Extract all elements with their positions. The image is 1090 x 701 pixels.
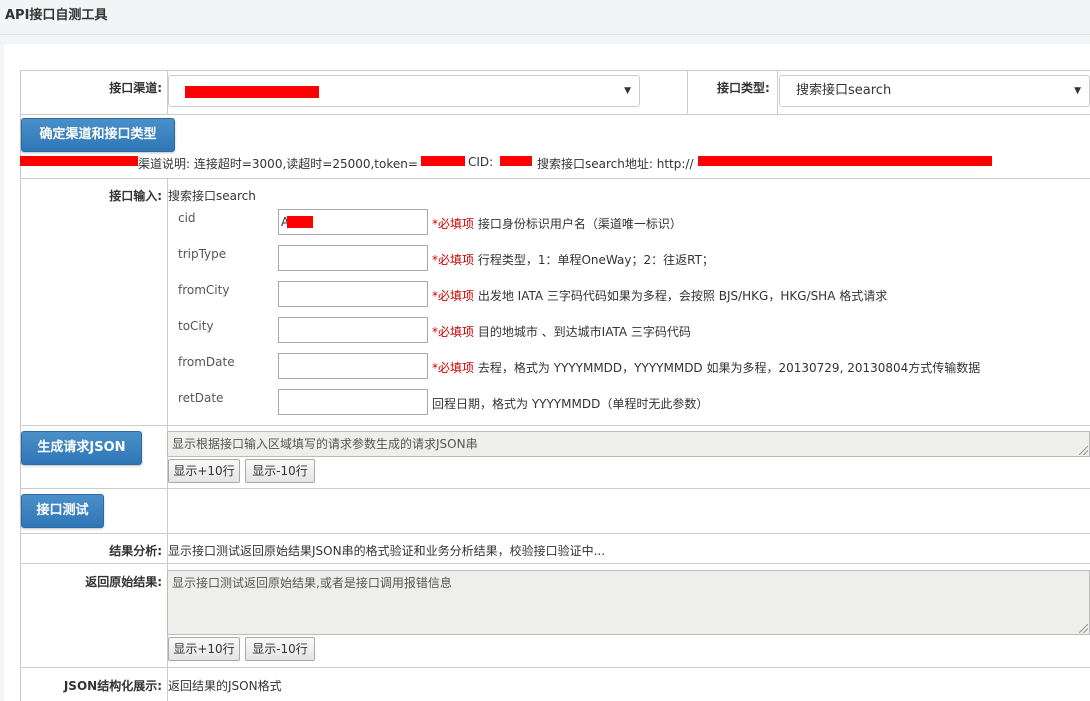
cid-input[interactable]: A xyxy=(278,209,428,235)
channel-description: 渠道说明: 连接超时=3000,读超时=25000,token= xyxy=(138,157,418,171)
row-divider xyxy=(20,667,1090,668)
result-show-less-button[interactable]: 显示-10行 xyxy=(245,637,315,661)
row-divider xyxy=(20,425,1090,426)
retdate-input[interactable] xyxy=(278,389,428,415)
search-address: 搜索接口search地址: http:// xyxy=(537,157,694,171)
redaction-mark xyxy=(421,156,465,166)
tocity-input[interactable] xyxy=(278,317,428,343)
param-desc-retdate: 回程日期，格式为 YYYYMMDD（单程时无此参数） xyxy=(432,397,709,411)
param-name-tocity: toCity xyxy=(178,319,214,333)
param-desc-cid: *必填项 接口身份标识用户名（渠道唯一标识） xyxy=(432,217,682,231)
param-name-triptype: tripType xyxy=(178,247,227,261)
row-divider xyxy=(20,70,1090,71)
redaction-mark xyxy=(287,216,313,228)
param-desc-fromcity: *必填项 出发地 IATA 三字码代码如果为多程，会按照 BJS/HKG，HKG… xyxy=(432,289,888,303)
json-view-text: 返回结果的JSON格式 xyxy=(168,679,282,693)
param-name-fromdate: fromDate xyxy=(178,355,235,369)
interface-test-button[interactable]: 接口测试 xyxy=(21,494,104,528)
iface-type-label: 接口类型: xyxy=(717,81,770,95)
row-divider xyxy=(20,488,1090,489)
request-show-more-button[interactable]: 显示+10行 xyxy=(168,459,240,483)
request-json-textarea[interactable]: 显示根据接口输入区域填写的请求参数生成的请求JSON串 xyxy=(167,431,1090,457)
interface-name: 搜索接口search xyxy=(168,189,256,203)
param-desc-tocity: *必填项 目的地城市 、到达城市IATA 三字码代码 xyxy=(432,325,691,339)
generate-json-button[interactable]: 生成请求JSON xyxy=(21,431,142,465)
row-divider xyxy=(20,178,1090,179)
chevron-down-icon: ▼ xyxy=(624,86,631,96)
confirm-channel-button[interactable]: 确定渠道和接口类型 xyxy=(21,118,175,152)
fromcity-input[interactable] xyxy=(278,281,428,307)
iface-type-select[interactable]: 搜索接口search ▼ xyxy=(779,75,1090,107)
param-desc-triptype: *必填项 行程类型，1：单程OneWay；2：往返RT； xyxy=(432,253,714,267)
page-title: API接口自测工具 xyxy=(5,8,108,23)
channel-label: 接口渠道: xyxy=(109,81,162,95)
raw-result-textarea[interactable]: 显示接口测试返回原始结果,或者是接口调用报错信息 xyxy=(167,570,1090,635)
raw-result-label: 返回原始结果: xyxy=(85,575,162,589)
input-label: 接口输入: xyxy=(109,189,162,203)
result-show-more-button[interactable]: 显示+10行 xyxy=(168,637,240,661)
raw-result-placeholder: 显示接口测试返回原始结果,或者是接口调用报错信息 xyxy=(172,576,452,590)
request-json-placeholder: 显示根据接口输入区域填写的请求参数生成的请求JSON串 xyxy=(172,437,478,451)
resize-grip-icon[interactable] xyxy=(1079,624,1088,633)
resize-grip-icon[interactable] xyxy=(1079,446,1088,455)
column-divider xyxy=(777,70,778,114)
redaction-mark xyxy=(500,156,532,166)
cid-label: CID: xyxy=(468,155,494,169)
analysis-text: 显示接口测试返回原始结果JSON串的格式验证和业务分析结果，校验接口验证中... xyxy=(168,544,606,558)
analysis-label: 结果分析: xyxy=(109,544,162,558)
json-view-label: JSON结构化展示: xyxy=(63,679,162,693)
fromdate-input[interactable] xyxy=(278,353,428,379)
row-divider xyxy=(20,533,1090,534)
redaction-mark xyxy=(20,156,138,166)
column-divider xyxy=(687,70,688,114)
row-divider xyxy=(20,563,1090,564)
param-name-fromcity: fromCity xyxy=(178,283,230,297)
iface-type-selected-value: 搜索接口search xyxy=(796,83,892,98)
param-name-cid: cid xyxy=(178,211,196,225)
redaction-mark xyxy=(185,86,319,98)
triptype-input[interactable] xyxy=(278,245,428,271)
param-desc-fromdate: *必填项 去程，格式为 YYYYMMDD，YYYYMMDD 如果为多程，2013… xyxy=(432,361,981,375)
title-divider xyxy=(0,34,1090,35)
row-divider xyxy=(20,114,1090,115)
param-name-retdate: retDate xyxy=(178,391,224,405)
chevron-down-icon: ▼ xyxy=(1074,86,1081,96)
request-show-less-button[interactable]: 显示-10行 xyxy=(245,459,315,483)
channel-select[interactable]: ▼ xyxy=(168,75,640,107)
redaction-mark xyxy=(698,156,992,166)
